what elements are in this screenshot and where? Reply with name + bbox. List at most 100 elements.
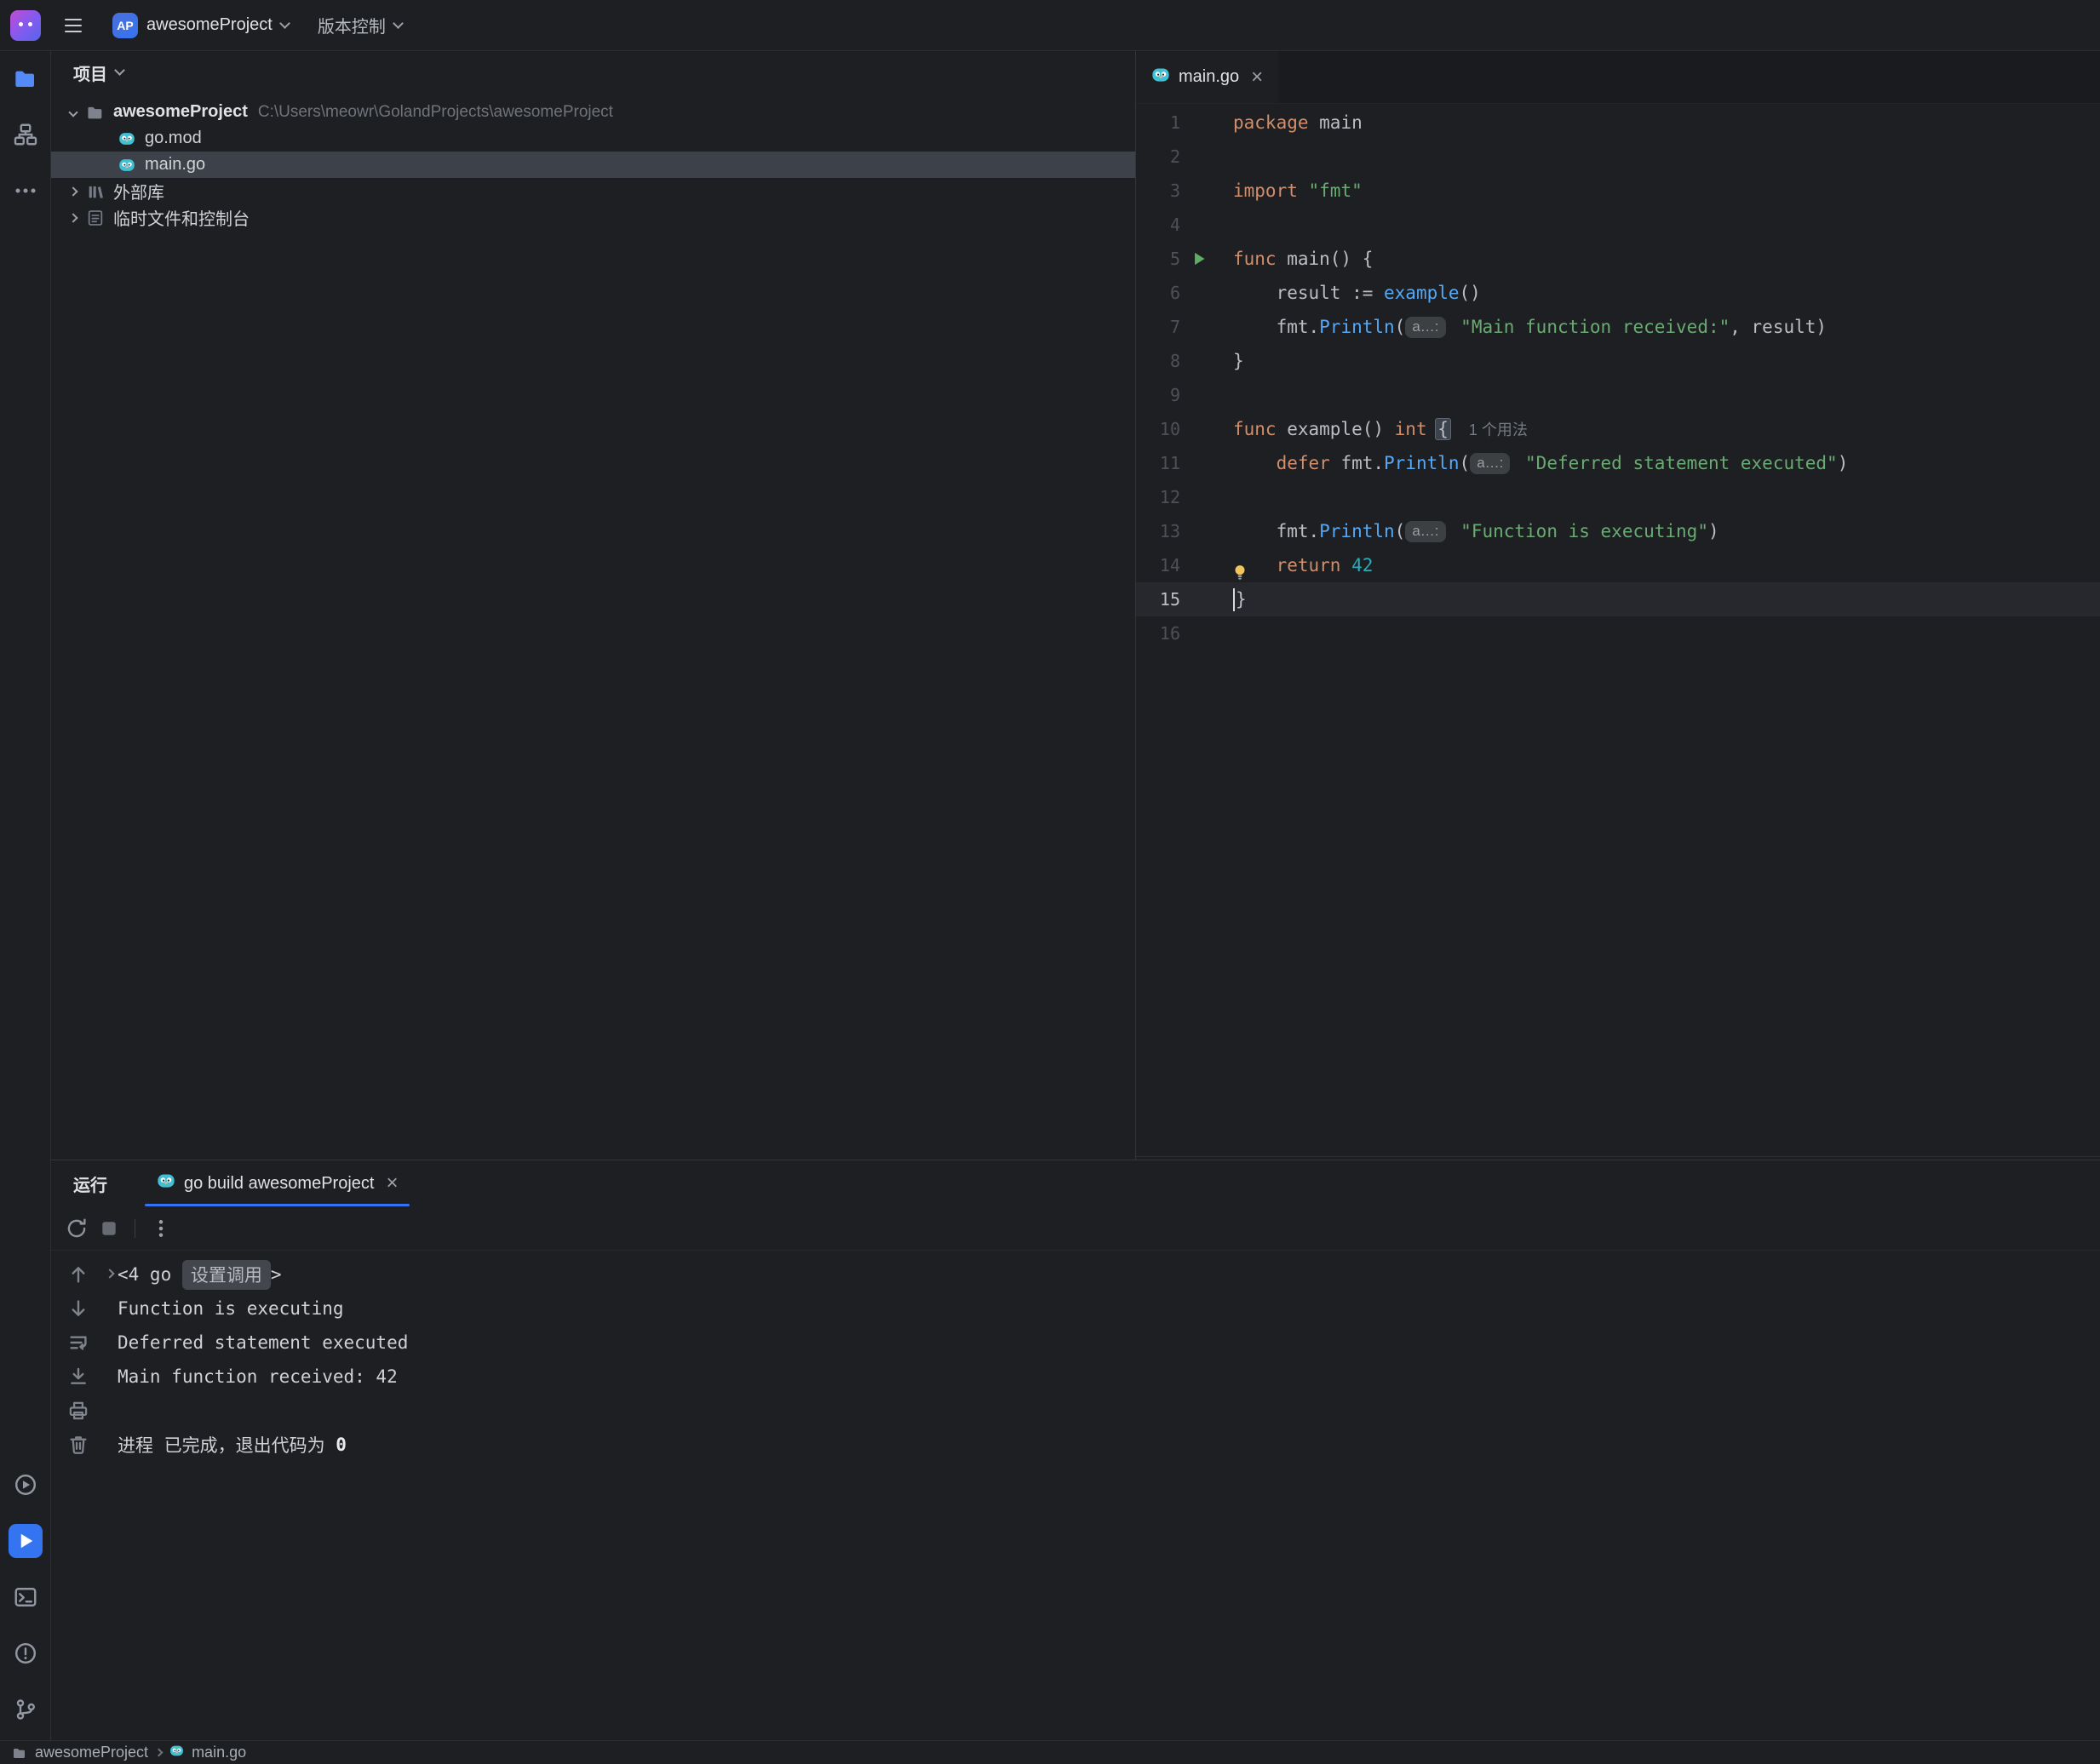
up-the-stack-trace-icon[interactable] <box>51 1257 106 1292</box>
project-panel-header[interactable]: 项目 <box>51 51 1135 94</box>
code-line-2[interactable]: 2 <box>1136 140 2100 174</box>
code-line-12[interactable]: 12 <box>1136 480 2100 514</box>
run-panel: 运行 go build awesomeProject × <box>51 1160 2100 1740</box>
code-text: result := example() <box>1218 283 1481 303</box>
console-output[interactable]: <4 go 设置调用>Function is executingDeferred… <box>106 1251 408 1740</box>
library-icon <box>84 182 106 201</box>
code-text: func main() { <box>1218 249 1373 269</box>
line-number: 1 <box>1136 112 1180 133</box>
run-panel-title: 运行 <box>73 1171 107 1196</box>
fold-chevron-icon[interactable] <box>105 1269 114 1278</box>
project-folder-icon[interactable] <box>9 61 43 95</box>
version-control-icon[interactable] <box>9 1692 43 1727</box>
run-gutter-icon[interactable] <box>1180 249 1218 268</box>
chevron-down-icon <box>279 18 290 29</box>
clear-all-icon[interactable] <box>51 1428 106 1462</box>
chevron-down-icon[interactable] <box>68 107 77 117</box>
code-line-4[interactable]: 4 <box>1136 208 2100 242</box>
more-options-icon[interactable] <box>146 1213 176 1244</box>
down-the-stack-trace-icon[interactable] <box>51 1292 106 1326</box>
code-line-16[interactable]: 16 <box>1136 616 2100 650</box>
titlebar: AP awesomeProject 版本控制 <box>0 0 2100 51</box>
print-icon[interactable] <box>51 1394 106 1428</box>
code-line-15[interactable]: 15} <box>1136 582 2100 616</box>
go-icon <box>116 157 138 174</box>
intention-bulb-icon[interactable] <box>1230 562 1250 587</box>
vcs-widget[interactable]: 版本控制 <box>311 9 409 43</box>
run-icon[interactable] <box>9 1524 43 1558</box>
problems-icon[interactable] <box>9 1636 43 1670</box>
tree-item-label: 临时文件和控制台 <box>113 205 250 230</box>
go-icon <box>116 130 138 147</box>
tree-item-awesomeProject[interactable]: awesomeProjectC:\Users\meowr\GolandProje… <box>51 99 1135 125</box>
console-inlay-chip[interactable]: 设置调用 <box>182 1260 271 1290</box>
code-line-8[interactable]: 8} <box>1136 344 2100 378</box>
code-line-6[interactable]: 6 result := example() <box>1136 276 2100 310</box>
project-panel: 项目 awesomeProjectC:\Users\meowr\GolandPr… <box>51 51 1136 1160</box>
tree-item-main.go[interactable]: main.go <box>51 152 1135 178</box>
tab-label: main.go <box>1179 67 1239 87</box>
console-line: Main function received: 42 <box>118 1360 408 1394</box>
tree-item-label: go.mod <box>145 129 202 148</box>
code-text: func example() int {1 个用法 <box>1218 418 1528 440</box>
rerun-icon[interactable] <box>61 1213 92 1244</box>
scroll-to-end-icon[interactable] <box>51 1360 106 1394</box>
soft-wrap-icon[interactable] <box>51 1326 106 1360</box>
app-logo-icon[interactable] <box>10 10 41 41</box>
code-line-9[interactable]: 9 <box>1136 378 2100 412</box>
code-line-7[interactable]: 7 fmt.Println(a…: "Main function receive… <box>1136 310 2100 344</box>
tree-item-临时文件和控制台[interactable]: 临时文件和控制台 <box>51 204 1135 231</box>
chevron-right-icon[interactable] <box>68 213 77 222</box>
chevron-right-icon[interactable] <box>68 186 77 196</box>
line-number: 10 <box>1136 419 1180 439</box>
services-icon[interactable] <box>9 1468 43 1502</box>
goland-window: AP awesomeProject 版本控制 <box>0 0 2100 1764</box>
activity-bar <box>0 51 51 1740</box>
tree-item-label: main.go <box>145 155 205 175</box>
close-icon[interactable]: × <box>1251 67 1263 88</box>
vcs-label: 版本控制 <box>318 13 386 37</box>
code-text: } <box>1218 588 1247 611</box>
project-icon <box>12 1745 27 1761</box>
tree-item-外部库[interactable]: 外部库 <box>51 178 1135 204</box>
editor: main.go × 1package main23import "fmt"45f… <box>1136 51 2100 1160</box>
main-menu-icon[interactable] <box>56 9 90 43</box>
code-line-5[interactable]: 5func main() { <box>1136 242 2100 276</box>
chevron-down-icon <box>393 18 404 29</box>
line-number: 16 <box>1136 623 1180 644</box>
code-text: defer fmt.Println(a…: "Deferred statemen… <box>1218 453 1848 474</box>
chevron-down-icon <box>114 65 125 76</box>
code-text: fmt.Println(a…: "Main function received:… <box>1218 317 1827 338</box>
scratch-icon <box>84 209 106 227</box>
console-line: Deferred statement executed <box>118 1326 408 1360</box>
run-tab-go-build[interactable]: go build awesomeProject × <box>145 1160 410 1206</box>
tab-main-go[interactable]: main.go × <box>1136 51 1278 103</box>
close-icon[interactable]: × <box>386 1173 398 1194</box>
usages-inlay: 1 个用法 <box>1469 418 1528 440</box>
breadcrumb-file[interactable]: main.go <box>192 1744 246 1761</box>
line-number: 13 <box>1136 521 1180 541</box>
breadcrumb-project[interactable]: awesomeProject <box>35 1744 148 1761</box>
line-number: 8 <box>1136 351 1180 371</box>
tree-item-go.mod[interactable]: go.mod <box>51 125 1135 152</box>
code-line-10[interactable]: 10 func example() int {1 个用法 <box>1136 412 2100 446</box>
more-tools-icon[interactable] <box>9 174 43 208</box>
go-gopher-icon <box>157 1171 175 1195</box>
console-line: <4 go 设置调用> <box>118 1257 408 1292</box>
code-line-3[interactable]: 3import "fmt" <box>1136 174 2100 208</box>
stop-icon[interactable] <box>94 1213 124 1244</box>
terminal-icon[interactable] <box>9 1580 43 1614</box>
project-widget[interactable]: AP awesomeProject <box>106 9 295 43</box>
param-hint-chip: a…: <box>1405 521 1445 542</box>
go-gopher-icon <box>1151 66 1170 89</box>
code-line-14[interactable]: 14 return 42 <box>1136 548 2100 582</box>
code-line-13[interactable]: 13 fmt.Println(a…: "Function is executin… <box>1136 514 2100 548</box>
code-text: return 42 <box>1218 555 1373 576</box>
structure-icon[interactable] <box>9 117 43 152</box>
run-console: <4 go 设置调用>Function is executingDeferred… <box>51 1251 2100 1740</box>
code-area[interactable]: 1package main23import "fmt"45func main()… <box>1136 104 2100 1156</box>
console-line: 进程 已完成，退出代码为 0 <box>118 1428 408 1462</box>
code-line-1[interactable]: 1package main <box>1136 106 2100 140</box>
code-line-11[interactable]: 11 defer fmt.Println(a…: "Deferred state… <box>1136 446 2100 480</box>
project-name: awesomeProject <box>146 15 273 35</box>
